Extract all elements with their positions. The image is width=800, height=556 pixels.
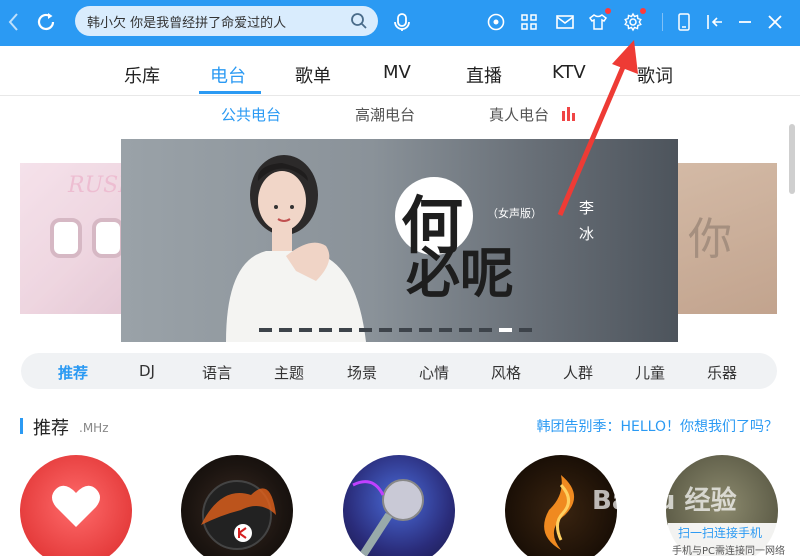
- radio-card-favorite[interactable]: [20, 455, 132, 556]
- qr-subtitle: 手机与PC需连接同一网络: [672, 546, 786, 556]
- carousel-page-dot[interactable]: [299, 328, 312, 332]
- carousel-page-dot[interactable]: [499, 328, 512, 332]
- qr-connect-panel[interactable]: 扫一扫连接手机 手机与PC需连接同一网络: [668, 523, 800, 556]
- carousel-page-dot[interactable]: [399, 328, 412, 332]
- radio-card-vinyl[interactable]: [181, 455, 293, 556]
- minimize-icon[interactable]: [733, 10, 757, 34]
- category-instrument[interactable]: 乐器: [707, 362, 737, 383]
- category-crowd[interactable]: 人群: [563, 362, 593, 383]
- carousel-page-dot[interactable]: [339, 328, 352, 332]
- carousel-page-dot[interactable]: [419, 328, 432, 332]
- section-marker: [20, 418, 23, 434]
- carousel-page-dot[interactable]: [359, 328, 372, 332]
- category-recommend[interactable]: 推荐: [58, 362, 88, 383]
- nav-item-radio[interactable]: 电台: [210, 62, 246, 88]
- carousel-page-dot[interactable]: [379, 328, 392, 332]
- carousel-page-dot[interactable]: [259, 328, 272, 332]
- category-language[interactable]: 语言: [202, 362, 232, 383]
- category-kids[interactable]: 儿童: [635, 362, 665, 383]
- microphone-art: [352, 479, 424, 556]
- slide-dim-overlay: [678, 163, 777, 314]
- title-bar: 韩小欠 你是我曾经拼了命爱过的人: [0, 0, 800, 46]
- category-mood[interactable]: 心情: [419, 362, 449, 383]
- notification-dot: [640, 8, 646, 14]
- scrollbar-thumb[interactable]: [789, 124, 795, 194]
- nav-item-live[interactable]: 直播: [466, 62, 502, 88]
- radio-app-window: 韩小欠 你是我曾经拼了命爱过的人 乐库 电台 歌单 MV 直播 KTV 歌词 公…: [0, 0, 800, 556]
- carousel-page-dot[interactable]: [479, 328, 492, 332]
- refresh-icon[interactable]: [34, 10, 58, 34]
- category-style[interactable]: 风格: [491, 362, 521, 383]
- mini-mode-icon[interactable]: [703, 10, 727, 34]
- voice-search-icon[interactable]: [390, 10, 414, 34]
- banner-version-tag: （女声版）: [487, 207, 542, 220]
- search-input[interactable]: 韩小欠 你是我曾经拼了命爱过的人: [87, 12, 286, 31]
- annotation-arrow: [557, 40, 638, 216]
- carousel-prev-slide[interactable]: RUSH: [20, 163, 121, 314]
- main-nav: 乐库 电台 歌单 MV 直播 KTV 歌词: [0, 46, 800, 96]
- section-title: 推荐: [33, 418, 69, 439]
- category-theme[interactable]: 主题: [274, 362, 304, 383]
- apps-grid-icon[interactable]: [517, 10, 541, 34]
- promo-link[interactable]: 韩团告别季：HELLO！你想我们了吗？: [537, 416, 779, 436]
- heart-icon: [52, 485, 100, 527]
- carousel-page-dot[interactable]: [439, 328, 452, 332]
- toolbar-divider: [662, 13, 663, 31]
- carousel-next-slide[interactable]: 你: [678, 163, 777, 314]
- close-icon[interactable]: [763, 10, 787, 34]
- search-box[interactable]: 韩小欠 你是我曾经拼了命爱过的人: [75, 6, 378, 36]
- back-icon[interactable]: [2, 10, 26, 34]
- carousel-page-dot[interactable]: [519, 328, 532, 332]
- mobile-device-icon[interactable]: [672, 10, 696, 34]
- active-tab-underline: [199, 91, 261, 94]
- search-icon[interactable]: [350, 12, 368, 34]
- category-dj[interactable]: DJ: [139, 362, 155, 380]
- tab-public-radio[interactable]: 公共电台: [221, 104, 281, 125]
- nav-item-library[interactable]: 乐库: [124, 62, 160, 88]
- carousel-page-dot[interactable]: [319, 328, 332, 332]
- carousel-page-dot[interactable]: [279, 328, 292, 332]
- section-subtitle: .MHz: [79, 421, 109, 435]
- tab-real-person-radio[interactable]: 真人电台: [489, 104, 549, 125]
- slide-dim-overlay: [20, 163, 121, 314]
- category-bar: 推荐 DJ 语言 主题 场景 心情 风格 人群 儿童 乐器: [21, 353, 777, 389]
- carousel-page-dot[interactable]: [459, 328, 472, 332]
- category-scene[interactable]: 场景: [347, 362, 377, 383]
- tab-chorus-radio[interactable]: 高潮电台: [355, 104, 415, 125]
- notification-dot: [605, 8, 611, 14]
- vinyl-fire-art: [201, 480, 276, 550]
- banner-song-title: 必呢: [406, 241, 514, 305]
- nav-item-playlists[interactable]: 歌单: [295, 62, 331, 88]
- nav-item-mv[interactable]: MV: [383, 62, 411, 83]
- radio-card-microphone[interactable]: [343, 455, 455, 556]
- qr-title: 扫一扫连接手机: [678, 526, 763, 540]
- baidu-watermark: Baidu 经验: [592, 486, 737, 516]
- record-icon[interactable]: [484, 10, 508, 34]
